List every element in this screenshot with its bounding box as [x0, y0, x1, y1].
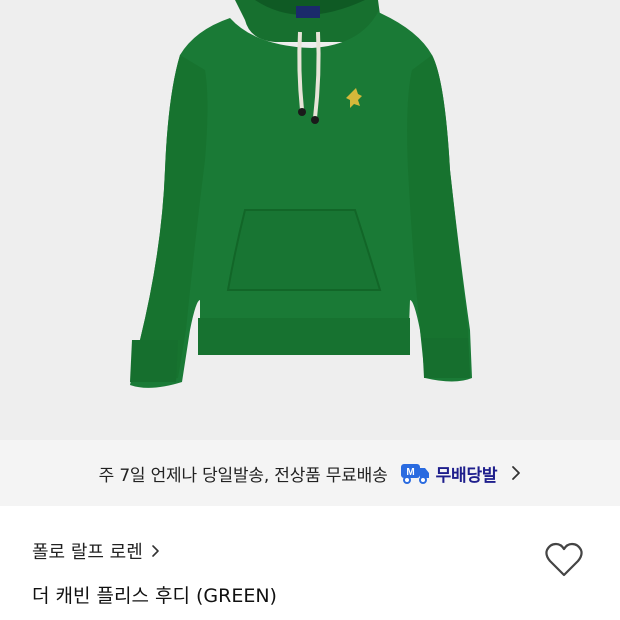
product-info: 폴로 랄프 로렌 더 캐빈 플리스 후디 (GREEN): [0, 506, 620, 620]
hoodie-illustration: [130, 0, 472, 388]
product-name: 더 캐빈 플리스 후디 (GREEN): [32, 585, 277, 607]
brand-name: 폴로 랄프 로렌: [32, 542, 143, 563]
delivery-truck-icon: M: [400, 462, 430, 484]
chevron-right-icon: [511, 465, 521, 481]
chevron-right-icon: [151, 544, 160, 558]
heart-icon: [545, 542, 583, 577]
brand-link[interactable]: 폴로 랄프 로렌: [32, 538, 160, 564]
product-image[interactable]: [0, 0, 620, 440]
shipping-banner[interactable]: 주 7일 언제나 당일발송, 전상품 무료배송 M 무배당발: [0, 440, 620, 506]
shipping-text: 주 7일 언제나 당일발송, 전상품 무료배송: [98, 465, 388, 486]
delivery-badge-label: 무배당발: [435, 465, 498, 486]
wishlist-button[interactable]: [542, 540, 586, 580]
